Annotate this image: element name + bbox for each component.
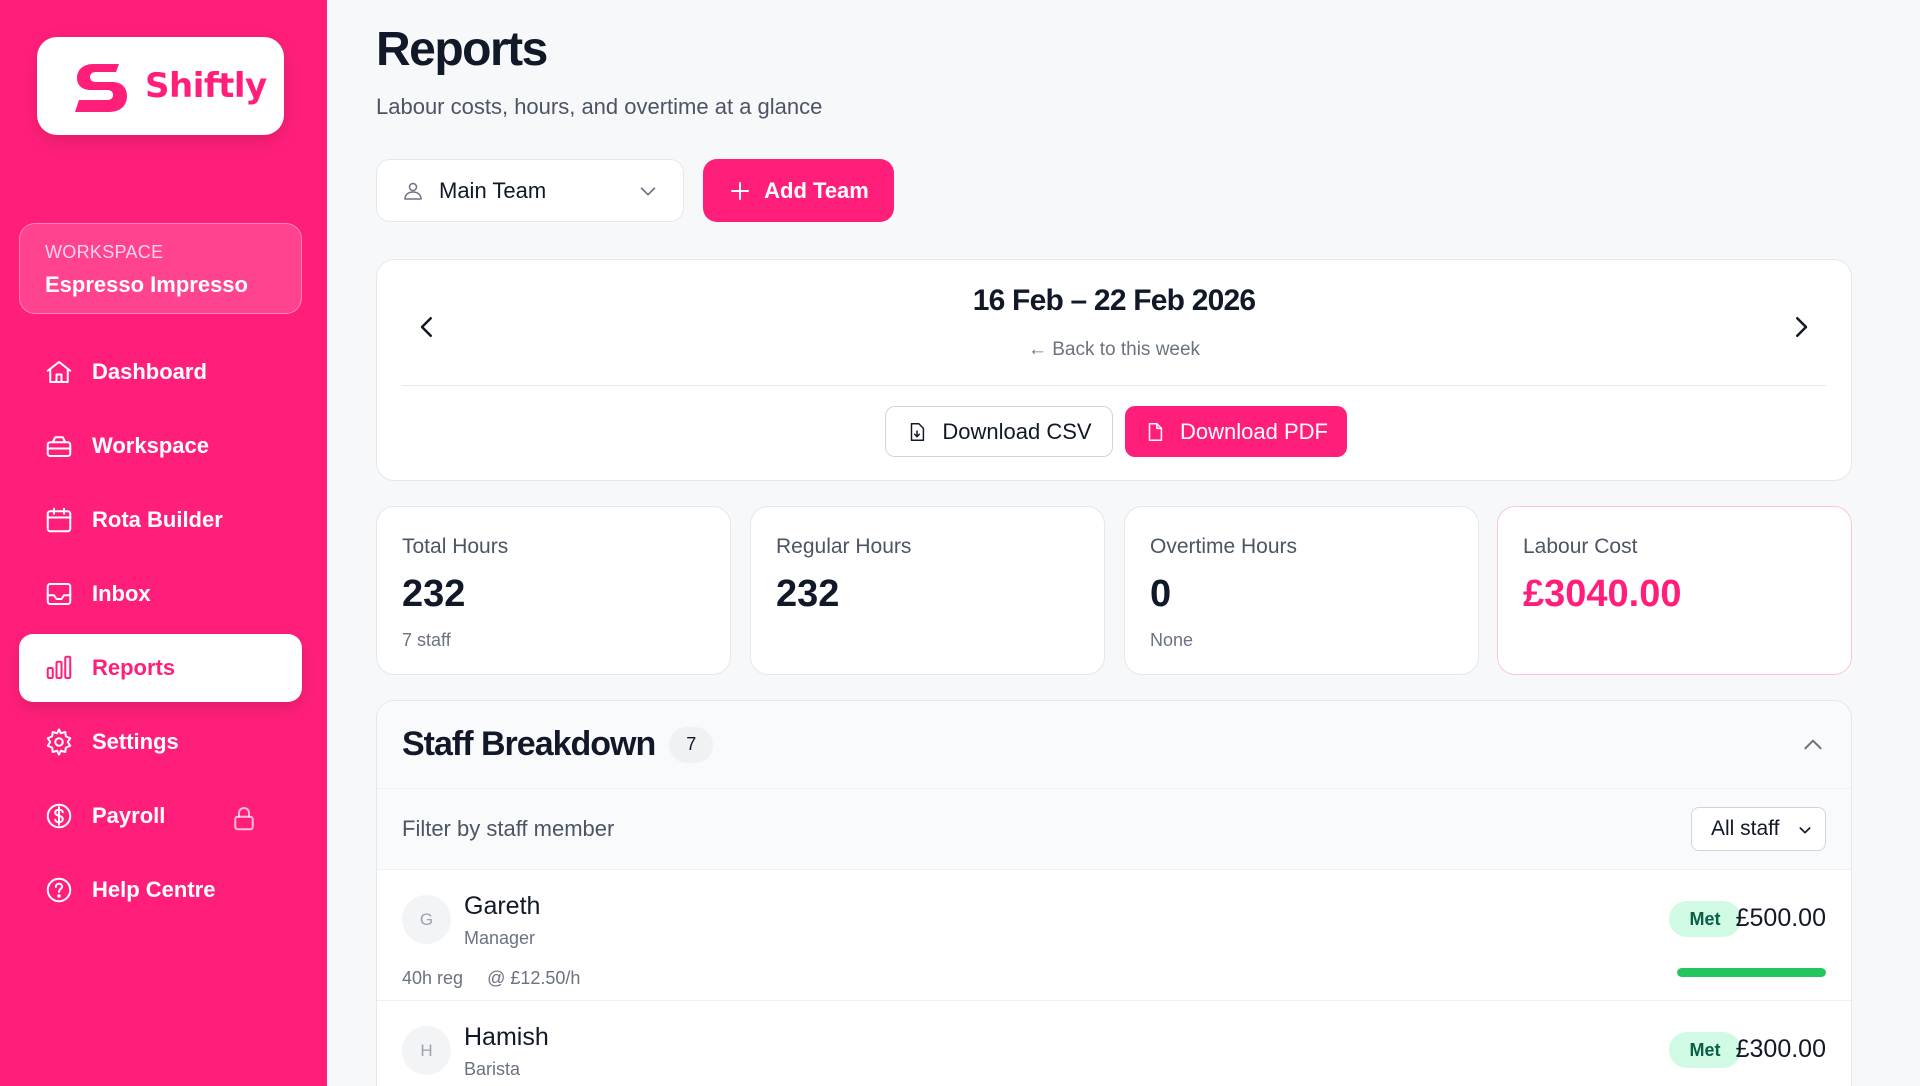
stat-value: 232 (402, 573, 466, 615)
calendar-icon (46, 507, 72, 533)
workspace-switcher[interactable]: WORKSPACE Espresso Impresso (19, 223, 302, 314)
briefcase-icon (46, 436, 72, 457)
sidebar-item-label: Rota Builder (92, 507, 223, 532)
staff-row[interactable]: G Gareth Manager 40h reg @ £12.50/h Met £… (377, 870, 1851, 1001)
sidebar-nav: Dashboard Workspace Rota Builder Inbox R… (19, 338, 302, 930)
stat-overtime-hours: Overtime Hours 0 None (1124, 506, 1479, 675)
app-name: Shiftly (145, 66, 267, 106)
stat-value: 0 (1150, 573, 1172, 615)
stat-label: Labour Cost (1523, 535, 1638, 558)
staff-hours: 40h reg (402, 968, 464, 988)
sidebar-item-label: Payroll (92, 803, 166, 828)
divider (402, 385, 1826, 386)
workspace-name: Espresso Impresso (45, 272, 248, 297)
inbox-icon (46, 583, 72, 605)
stat-label: Overtime Hours (1150, 535, 1298, 558)
plus-icon (731, 181, 750, 200)
stat-sub: None (1150, 630, 1194, 650)
hours-progress-fill (1677, 968, 1826, 977)
hours-progress-bar (1677, 968, 1826, 977)
avatar: G (402, 895, 451, 944)
staff-filter-select[interactable]: All staff (1691, 807, 1826, 851)
gear-icon (46, 728, 72, 756)
staff-name: Gareth (464, 892, 541, 920)
sidebar-item-help-centre[interactable]: Help Centre (19, 856, 302, 924)
staff-filter-value: All staff (1711, 817, 1780, 840)
sidebar-item-settings[interactable]: Settings (19, 708, 302, 776)
sidebar-item-label: Settings (92, 729, 179, 754)
stat-regular-hours: Regular Hours 232 (750, 506, 1105, 675)
staff-name: Hamish (464, 1023, 549, 1051)
file-download-icon (911, 422, 925, 441)
staff-breakdown-header[interactable]: Staff Breakdown 7 (377, 701, 1851, 789)
sidebar-item-label: Reports (92, 655, 176, 680)
stats-row: Total Hours 232 7 staff Regular Hours 23… (376, 506, 1852, 675)
dollar-icon (46, 803, 72, 829)
staff-role: Barista (464, 1059, 521, 1079)
sidebar: Shiftly WORKSPACE Espresso Impresso Dash… (0, 0, 327, 1086)
sidebar-item-label: Dashboard (92, 359, 207, 384)
staff-breakdown-title: Staff Breakdown (402, 725, 656, 763)
sidebar-item-reports[interactable]: Reports (19, 634, 302, 702)
page-title: Reports (376, 23, 548, 76)
bar-chart-icon (46, 655, 72, 679)
chevron-up-icon[interactable] (1800, 732, 1826, 758)
staff-filter-bar: Filter by staff member All staff (377, 789, 1851, 870)
chevron-right-icon[interactable] (1786, 312, 1816, 342)
stat-labour-cost: Labour Cost £3040.00 (1497, 506, 1852, 675)
sidebar-item-inbox[interactable]: Inbox (19, 560, 302, 628)
staff-role: Manager (464, 928, 536, 948)
stat-value: £3040.00 (1523, 573, 1682, 615)
file-icon (1148, 422, 1163, 441)
week-range: 16 Feb – 22 Feb 2026 (972, 284, 1256, 317)
add-team-label: Add Team (764, 177, 869, 203)
app-logo[interactable]: Shiftly (37, 37, 284, 135)
workspace-label: WORKSPACE (45, 242, 164, 262)
stat-label: Total Hours (402, 535, 509, 558)
avatar: H (402, 1026, 451, 1075)
sidebar-item-rota-builder[interactable]: Rota Builder (19, 486, 302, 554)
sidebar-item-payroll[interactable]: Payroll (19, 782, 302, 850)
team-select-value: Main Team (439, 177, 547, 203)
stat-label: Regular Hours (776, 535, 912, 558)
sidebar-item-label: Inbox (92, 581, 151, 606)
status-badge: Met (1669, 1032, 1741, 1068)
download-pdf-button[interactable]: Download PDF (1125, 406, 1347, 457)
staff-row[interactable]: H Hamish Barista Met £300.00 (377, 1001, 1851, 1086)
status-badge: Met (1669, 901, 1741, 937)
team-select[interactable]: Main Team (376, 159, 684, 222)
staff-count-badge: 7 (669, 726, 714, 763)
stat-value: 232 (776, 573, 840, 615)
chevron-down-icon (1799, 827, 1811, 834)
download-pdf-label: Download PDF (1180, 418, 1328, 444)
staff-filter-label: Filter by staff member (402, 816, 615, 841)
sidebar-item-label: Workspace (92, 433, 209, 458)
home-icon (46, 361, 72, 383)
download-csv-label: Download CSV (942, 418, 1092, 444)
sidebar-item-label: Help Centre (92, 877, 216, 902)
shiftly-logo-icon (75, 64, 127, 112)
staff-cost: £300.00 (1735, 1035, 1826, 1063)
sidebar-item-workspace[interactable]: Workspace (19, 412, 302, 480)
stat-sub: 7 staff (402, 630, 451, 650)
help-icon (46, 877, 72, 903)
chevron-down-icon (640, 187, 656, 196)
staff-meta: 40h reg @ £12.50/h (402, 968, 580, 989)
stat-total-hours: Total Hours 232 7 staff (376, 506, 731, 675)
staff-cost: £500.00 (1735, 904, 1826, 932)
back-to-this-week-link[interactable]: ← Back to this week (377, 339, 1851, 361)
add-team-button[interactable]: Add Team (703, 159, 894, 222)
staff-rate: @ £12.50/h (487, 968, 581, 988)
team-icon (404, 182, 422, 200)
page-subtitle: Labour costs, hours, and overtime at a g… (376, 94, 823, 119)
lock-icon (234, 807, 254, 831)
week-navigator: 16 Feb – 22 Feb 2026 ← Back to this week… (376, 259, 1852, 481)
staff-breakdown-panel: Staff Breakdown 7 Filter by staff member… (376, 700, 1852, 1086)
sidebar-item-dashboard[interactable]: Dashboard (19, 338, 302, 406)
download-csv-button[interactable]: Download CSV (885, 406, 1113, 457)
